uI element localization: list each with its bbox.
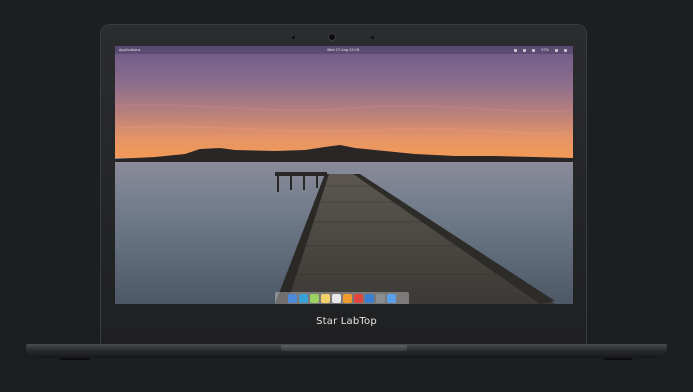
wallpaper-image	[115, 46, 573, 304]
network-icon[interactable]	[532, 48, 536, 52]
webcam-icon	[329, 34, 335, 40]
app-center-app-icon[interactable]	[387, 293, 396, 303]
sensor-icon	[292, 36, 295, 39]
date-time-indicator[interactable]: Wed 27 Aug 19:16	[327, 48, 359, 52]
applications-menu[interactable]: Applications	[119, 48, 140, 52]
top-panel: Applications Wed 27 Aug 19:16 97%	[115, 46, 573, 54]
laptop-foot	[60, 358, 90, 360]
system-indicators: 97%	[514, 47, 567, 53]
dock	[275, 292, 409, 304]
device-brand-label: Star LabTop	[316, 316, 377, 327]
notifications-icon[interactable]	[514, 48, 518, 52]
sensor-icon	[371, 36, 374, 39]
battery-icon[interactable]	[555, 48, 558, 52]
settings-app-icon[interactable]	[376, 293, 385, 303]
desktop-screen: Applications Wed 27 Aug 19:16 97%	[115, 46, 573, 304]
lid-opening-notch	[281, 345, 407, 351]
music-app-icon[interactable]	[343, 293, 352, 303]
videos-app-icon[interactable]	[354, 293, 363, 303]
photos-app-icon[interactable]	[365, 293, 374, 303]
mail-app-icon[interactable]	[310, 293, 319, 303]
laptop-foot	[603, 358, 633, 360]
power-icon[interactable]	[564, 48, 567, 52]
volume-icon[interactable]	[523, 48, 527, 52]
files-app-icon[interactable]	[288, 293, 297, 303]
battery-indicator[interactable]: 97%	[541, 48, 549, 52]
calendar-app-icon[interactable]	[332, 293, 341, 303]
notes-app-icon[interactable]	[321, 293, 330, 303]
web-browser-app-icon[interactable]	[299, 293, 308, 303]
